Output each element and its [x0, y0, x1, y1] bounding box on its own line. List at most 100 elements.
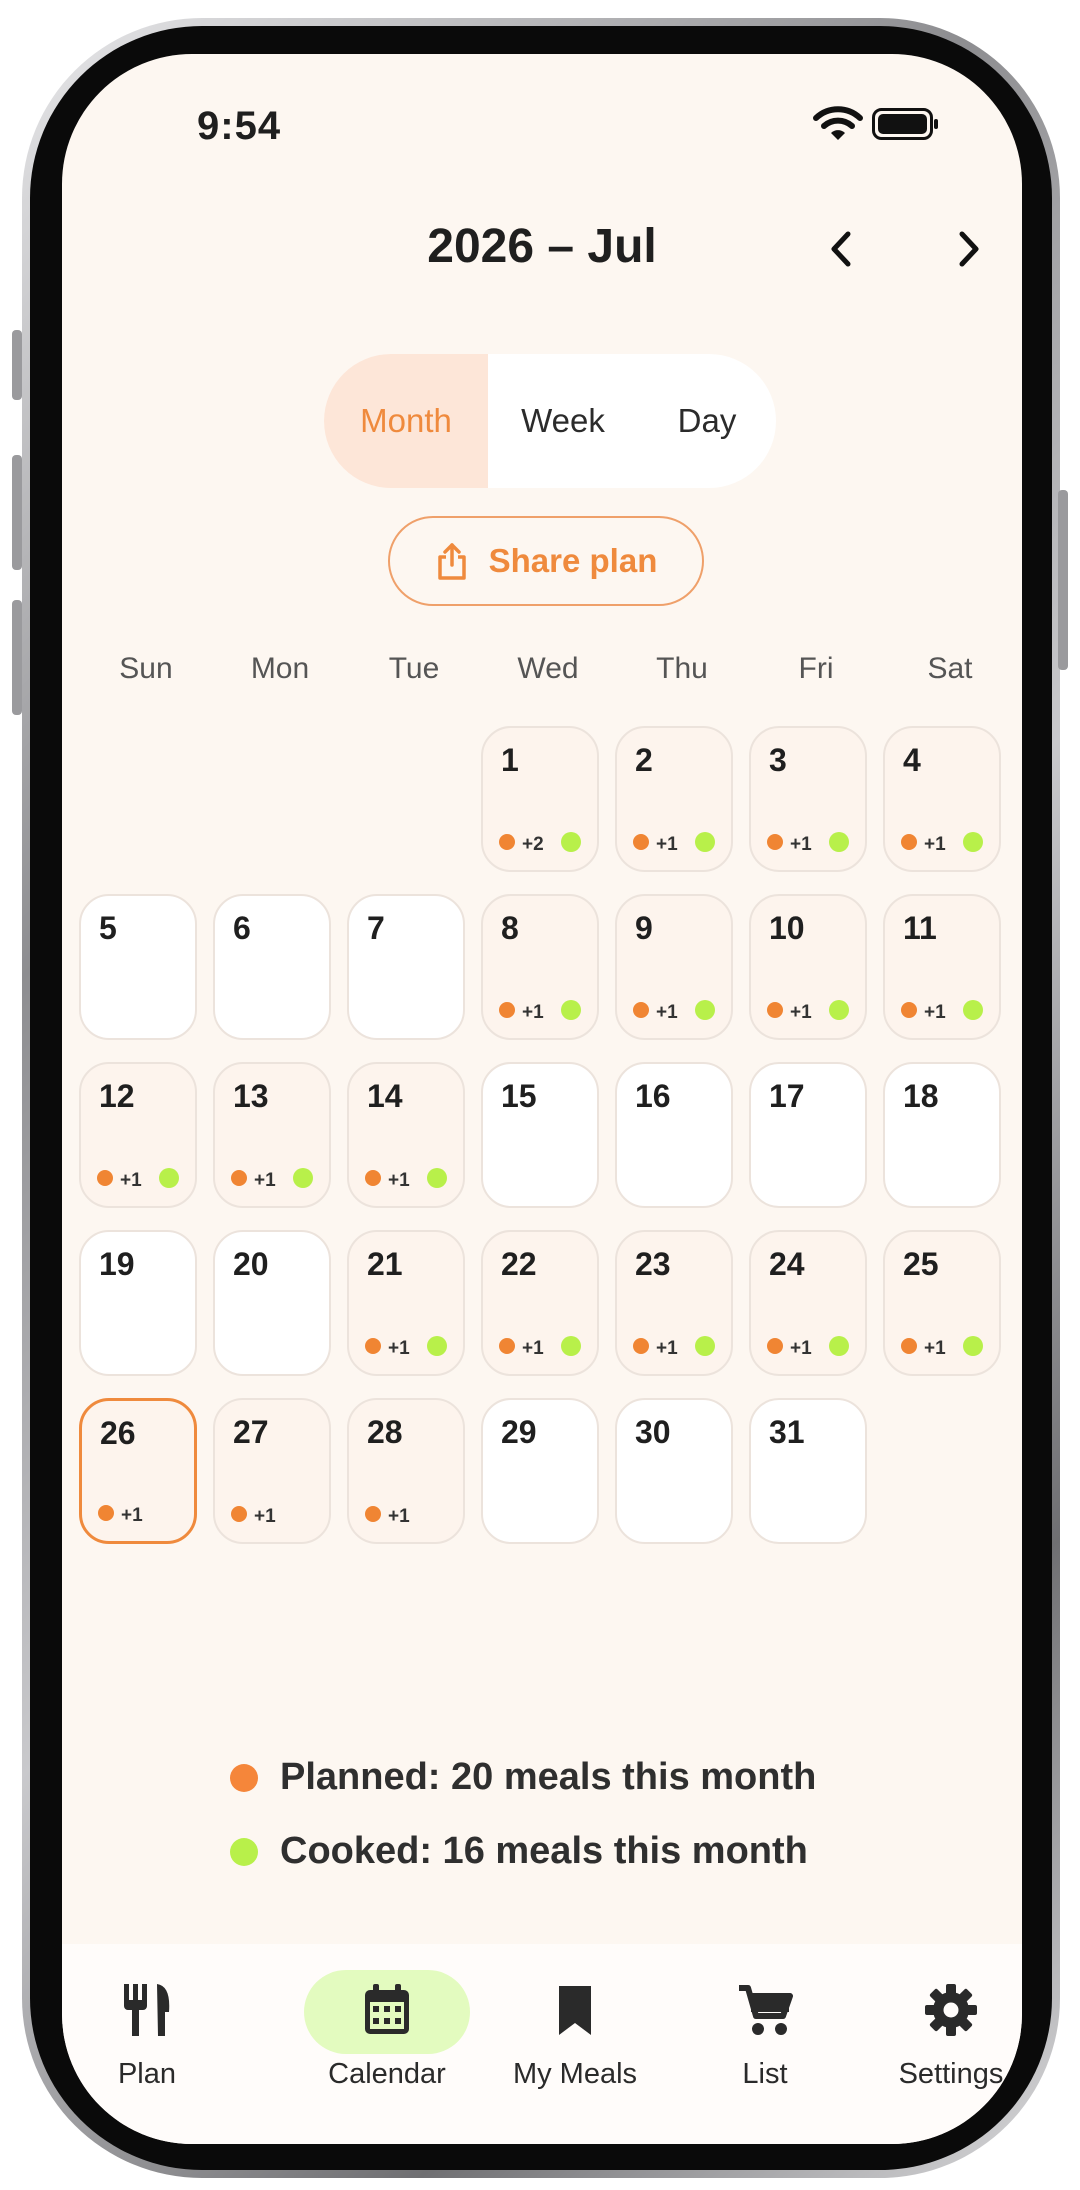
day-number: 3 — [769, 742, 787, 778]
day-cell-6[interactable]: 6 — [213, 894, 331, 1040]
share-plan-button[interactable]: Share plan — [388, 516, 704, 606]
planned-count: +1 — [924, 1338, 946, 1359]
nav-plan[interactable]: Plan — [62, 1980, 242, 2091]
legend-planned-text: Planned: 20 meals this month — [280, 1756, 817, 1798]
planned-count: +1 — [388, 1506, 410, 1527]
planned-dot-icon — [365, 1506, 381, 1522]
day-number: 6 — [233, 910, 251, 946]
day-number: 26 — [100, 1415, 136, 1451]
day-cell-18[interactable]: 18 — [883, 1062, 1001, 1208]
next-month-button[interactable] — [950, 224, 990, 274]
planned-dot-icon — [230, 1763, 258, 1792]
nav-my-meals[interactable]: My Meals — [480, 1980, 670, 2091]
cooked-dot-icon — [829, 832, 849, 852]
day-cell-3[interactable]: 3 +1 — [749, 726, 867, 872]
day-cell-16[interactable]: 16 — [615, 1062, 733, 1208]
share-icon — [437, 543, 466, 580]
day-cell-14[interactable]: 14 +1 — [347, 1062, 465, 1208]
planned-dot-icon — [633, 834, 649, 850]
planned-count: +1 — [120, 1170, 142, 1191]
day-cell-21[interactable]: 21 +1 — [347, 1230, 465, 1376]
planned-dot-icon — [365, 1338, 381, 1354]
planned-dot-icon — [633, 1338, 649, 1354]
volume-up-button — [12, 455, 22, 570]
day-cell-1[interactable]: 1 +2 — [481, 726, 599, 872]
wifi-icon — [813, 106, 863, 140]
planned-count: +1 — [656, 1002, 678, 1023]
day-number: 18 — [903, 1078, 939, 1114]
bookmark-icon — [559, 1986, 591, 2035]
weekday-mon: Mon — [250, 652, 310, 685]
day-number: 13 — [233, 1078, 269, 1114]
day-number: 22 — [501, 1246, 537, 1282]
planned-count: +1 — [656, 834, 678, 855]
day-number: 23 — [635, 1246, 671, 1282]
day-cell-20[interactable]: 20 — [213, 1230, 331, 1376]
power-button — [1058, 490, 1068, 670]
day-number: 14 — [367, 1078, 403, 1114]
day-cell-11[interactable]: 11 +1 — [883, 894, 1001, 1040]
status-time: 9:54 — [197, 104, 282, 148]
legend-cooked: Cooked: 16 meals this month — [230, 1830, 808, 1873]
day-cell-19[interactable]: 19 — [79, 1230, 197, 1376]
nav-calendar[interactable]: Calendar — [292, 1980, 482, 2091]
planned-dot-icon — [231, 1506, 247, 1522]
planned-count: +1 — [924, 834, 946, 855]
nav-list[interactable]: List — [670, 1980, 860, 2091]
day-number: 31 — [769, 1414, 805, 1450]
tab-week[interactable]: Week — [488, 354, 638, 488]
calendar-icon — [365, 1984, 409, 2034]
tab-month[interactable]: Month — [324, 354, 488, 488]
planned-count: +1 — [790, 1338, 812, 1359]
day-number: 29 — [501, 1414, 537, 1450]
day-cell-15[interactable]: 15 — [481, 1062, 599, 1208]
cooked-dot-icon — [829, 1000, 849, 1020]
day-number: 27 — [233, 1414, 269, 1450]
weekday-sat: Sat — [927, 652, 973, 685]
day-cell-10[interactable]: 10 +1 — [749, 894, 867, 1040]
day-cell-23[interactable]: 23 +1 — [615, 1230, 733, 1376]
legend-planned: Planned: 20 meals this month — [230, 1756, 816, 1799]
day-number: 20 — [233, 1246, 269, 1282]
day-number: 12 — [99, 1078, 135, 1114]
day-cell-13[interactable]: 13 +1 — [213, 1062, 331, 1208]
nav-settings[interactable]: Settings — [856, 1980, 1022, 2091]
day-cell-26[interactable]: 26 +1 — [79, 1398, 197, 1544]
planned-count: +1 — [924, 1002, 946, 1023]
day-number: 17 — [769, 1078, 805, 1114]
day-cell-22[interactable]: 22 +1 — [481, 1230, 599, 1376]
day-cell-24[interactable]: 24 +1 — [749, 1230, 867, 1376]
day-cell-30[interactable]: 30 — [615, 1398, 733, 1544]
day-cell-4[interactable]: 4 +1 — [883, 726, 1001, 872]
day-cell-25[interactable]: 25 +1 — [883, 1230, 1001, 1376]
weekday-fri: Fri — [798, 652, 834, 685]
cooked-dot-icon — [963, 1000, 983, 1020]
day-cell-28[interactable]: 28 +1 — [347, 1398, 465, 1544]
day-cell-9[interactable]: 9 +1 — [615, 894, 733, 1040]
day-cell-31[interactable]: 31 — [749, 1398, 867, 1544]
tab-day[interactable]: Day — [638, 354, 776, 488]
day-cell-8[interactable]: 8 +1 — [481, 894, 599, 1040]
mute-switch — [12, 330, 22, 400]
day-cell-12[interactable]: 12 +1 — [79, 1062, 197, 1208]
gear-icon — [925, 1984, 977, 2036]
day-cell-7[interactable]: 7 — [347, 894, 465, 1040]
nav-my-meals-label: My Meals — [512, 2058, 638, 2090]
day-cell-27[interactable]: 27 +1 — [213, 1398, 331, 1544]
nav-settings-label: Settings — [898, 2058, 1004, 2090]
day-cell-17[interactable]: 17 — [749, 1062, 867, 1208]
previous-month-button[interactable] — [820, 224, 860, 274]
fork-knife-icon — [124, 1984, 170, 2036]
weekday-thu: Thu — [656, 652, 708, 685]
app-screen: 9:54 2026 – Jul Month Week Day Share pla… — [62, 54, 1022, 2144]
day-cell-2[interactable]: 2 +1 — [615, 726, 733, 872]
planned-dot-icon — [499, 1002, 515, 1018]
volume-down-button — [12, 600, 22, 715]
day-number: 10 — [769, 910, 805, 946]
day-number: 15 — [501, 1078, 537, 1114]
cart-icon — [739, 1985, 793, 2035]
day-cell-29[interactable]: 29 — [481, 1398, 599, 1544]
cooked-dot-icon — [159, 1168, 179, 1188]
day-cell-5[interactable]: 5 — [79, 894, 197, 1040]
cooked-dot-icon — [561, 1000, 581, 1020]
